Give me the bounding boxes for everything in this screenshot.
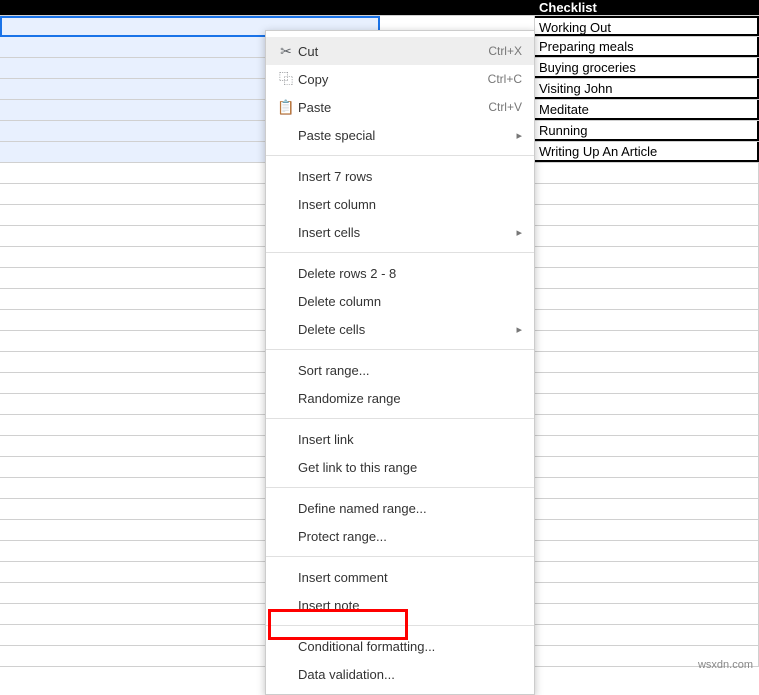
ctx-insert-note[interactable]: Insert note	[266, 591, 534, 619]
cell-c7[interactable]: Running	[535, 121, 759, 141]
ctx-randomize-label: Randomize range	[298, 391, 522, 406]
ctx-sort-range-label: Sort range...	[298, 363, 522, 378]
ctx-insert-comment-label: Insert comment	[298, 570, 522, 585]
ctx-conditional-formatting[interactable]: Conditional formatting...	[266, 632, 534, 660]
ctx-get-link-label: Get link to this range	[298, 460, 522, 475]
ctx-insert-comment[interactable]: Insert comment	[266, 563, 534, 591]
attribution-text: wsxdn.com	[698, 659, 753, 671]
ctx-data-validation[interactable]: Data validation...	[266, 660, 534, 688]
cell-c3[interactable]: Preparing meals	[535, 37, 759, 57]
cell-c4[interactable]: Buying groceries	[535, 58, 759, 78]
ctx-copy-label: Copy	[298, 72, 488, 87]
ctx-delete-column[interactable]: Delete column	[266, 287, 534, 315]
ctx-paste[interactable]: 📋 Paste Ctrl+V	[266, 93, 534, 121]
header-b	[380, 0, 535, 15]
cut-icon: ✂	[274, 43, 298, 60]
paste-icon: 📋	[274, 99, 298, 116]
ctx-paste-label: Paste	[298, 100, 488, 115]
ctx-delete-rows[interactable]: Delete rows 2 - 8	[266, 259, 534, 287]
ctx-cut[interactable]: ✂ Cut Ctrl+X	[266, 37, 534, 65]
ctx-define-named-label: Define named range...	[298, 501, 522, 516]
ctx-data-validation-label: Data validation...	[298, 667, 522, 682]
cell-c8[interactable]: Writing Up An Article	[535, 142, 759, 162]
ctx-cond-format-label: Conditional formatting...	[298, 639, 522, 654]
ctx-separator	[266, 418, 534, 419]
ctx-randomize[interactable]: Randomize range	[266, 384, 534, 412]
ctx-delete-cells[interactable]: Delete cells ▸	[266, 315, 534, 343]
ctx-separator	[266, 252, 534, 253]
ctx-insert-link[interactable]: Insert link	[266, 425, 534, 453]
ctx-separator	[266, 349, 534, 350]
submenu-icon: ▸	[516, 323, 522, 336]
header-c: Checklist	[535, 0, 759, 15]
ctx-paste-shortcut: Ctrl+V	[488, 100, 522, 114]
ctx-separator	[266, 155, 534, 156]
ctx-insert-rows-label: Insert 7 rows	[298, 169, 522, 184]
ctx-insert-cells-label: Insert cells	[298, 225, 516, 240]
ctx-cut-label: Cut	[298, 44, 488, 59]
header-row: Checklist	[0, 0, 759, 16]
ctx-delete-rows-label: Delete rows 2 - 8	[298, 266, 522, 281]
ctx-cut-shortcut: Ctrl+X	[488, 44, 522, 58]
ctx-insert-cells[interactable]: Insert cells ▸	[266, 218, 534, 246]
ctx-copy-shortcut: Ctrl+C	[488, 72, 522, 86]
ctx-insert-rows[interactable]: Insert 7 rows	[266, 162, 534, 190]
cell-c2[interactable]: Working Out	[535, 16, 759, 36]
cell-c6[interactable]: Meditate	[535, 100, 759, 120]
cell-c5[interactable]: Visiting John	[535, 79, 759, 99]
ctx-separator	[266, 556, 534, 557]
ctx-insert-column-label: Insert column	[298, 197, 522, 212]
context-menu: ✂ Cut Ctrl+X ⿻ Copy Ctrl+C 📋 Paste Ctrl+…	[265, 30, 535, 695]
ctx-delete-column-label: Delete column	[298, 294, 522, 309]
ctx-insert-column[interactable]: Insert column	[266, 190, 534, 218]
ctx-separator	[266, 487, 534, 488]
ctx-protect-label: Protect range...	[298, 529, 522, 544]
ctx-insert-note-label: Insert note	[298, 598, 522, 613]
ctx-paste-special-label: Paste special	[298, 128, 516, 143]
ctx-define-named-range[interactable]: Define named range...	[266, 494, 534, 522]
ctx-insert-link-label: Insert link	[298, 432, 522, 447]
ctx-separator	[266, 625, 534, 626]
submenu-icon: ▸	[516, 226, 522, 239]
copy-icon: ⿻	[274, 69, 298, 89]
header-a	[0, 0, 380, 15]
ctx-sort-range[interactable]: Sort range...	[266, 356, 534, 384]
ctx-protect-range[interactable]: Protect range...	[266, 522, 534, 550]
ctx-paste-special[interactable]: Paste special ▸	[266, 121, 534, 149]
ctx-get-link[interactable]: Get link to this range	[266, 453, 534, 481]
ctx-delete-cells-label: Delete cells	[298, 322, 516, 337]
ctx-copy[interactable]: ⿻ Copy Ctrl+C	[266, 65, 534, 93]
submenu-icon: ▸	[516, 129, 522, 142]
